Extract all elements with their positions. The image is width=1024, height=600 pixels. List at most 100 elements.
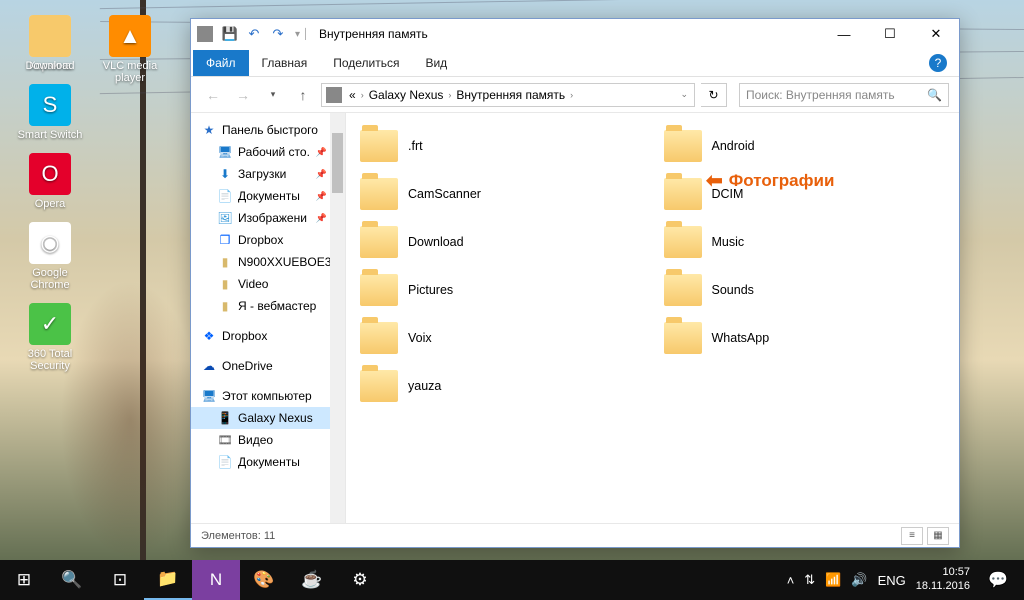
folder-icon (360, 274, 398, 306)
tree-item[interactable]: ❖Dropbox (191, 325, 345, 347)
360-security-icon: ✓ (29, 303, 71, 345)
desktop-icon-smart-switch[interactable]: SSmart Switch (15, 84, 85, 141)
tree-item[interactable]: 📱Galaxy Nexus (191, 407, 345, 429)
language-indicator[interactable]: ENG (878, 573, 906, 588)
search-input[interactable]: Поиск: Внутренняя память 🔍 (739, 83, 949, 107)
tab-file[interactable]: Файл (193, 50, 249, 76)
opera-icon: O (29, 153, 71, 195)
tree-item[interactable]: ▮Я - вебмастер (191, 295, 345, 317)
desktop-icon-chrome[interactable]: ◉Google Chrome (15, 222, 85, 291)
item-count: Элементов: 11 (201, 530, 275, 542)
folder-icon (664, 130, 702, 162)
tree-item[interactable]: 🖥Рабочий сто.📌 (191, 141, 345, 163)
tab-share[interactable]: Поделиться (320, 50, 412, 76)
chevron-right-icon[interactable]: › (446, 90, 453, 100)
tree-item[interactable]: ★Панель быстрого (191, 119, 345, 141)
tree-item[interactable]: ☁OneDrive (191, 355, 345, 377)
network-icon[interactable]: ⇅ (804, 572, 815, 588)
location-icon (326, 87, 342, 103)
tree-item[interactable]: ❒Dropbox (191, 229, 345, 251)
taskbar-app[interactable]: ⚙ (336, 560, 384, 600)
tab-home[interactable]: Главная (249, 50, 321, 76)
tree-item[interactable]: 📄Документы📌 (191, 185, 345, 207)
refresh-button[interactable]: ↻ (701, 83, 727, 107)
tree-item[interactable]: 🎞Видео (191, 429, 345, 451)
nav-back-button[interactable]: ← (201, 83, 225, 107)
chevron-right-icon[interactable]: › (359, 90, 366, 100)
search-placeholder: Поиск: Внутренняя память (746, 88, 895, 102)
content-pane[interactable]: .frtAndroidCamScannerDCIMDownloadMusicPi… (346, 113, 959, 523)
breadcrumb-seg-2[interactable]: Внутренняя память (453, 88, 568, 102)
folder-item[interactable]: .frt (354, 125, 648, 167)
folder-icon (360, 130, 398, 162)
nav-up-button[interactable]: ↑ (291, 83, 315, 107)
tab-view[interactable]: Вид (412, 50, 460, 76)
view-details-button[interactable]: ≡ (901, 527, 923, 545)
qat-save[interactable]: 💾 (219, 23, 241, 45)
tree-item[interactable]: ▮Video (191, 273, 345, 295)
taskbar-java[interactable]: ☕ (288, 560, 336, 600)
tree-icon: ★ (201, 122, 217, 138)
action-center-icon[interactable]: 💬 (980, 560, 1016, 600)
maximize-button[interactable]: ☐ (867, 19, 913, 49)
desktop-icon-opera[interactable]: OOpera (15, 153, 85, 210)
nav-history-dropdown[interactable]: ▾ (261, 83, 285, 107)
qat-redo[interactable]: ↷ (267, 23, 289, 45)
status-bar: Элементов: 11 ≡ ▦ (191, 523, 959, 547)
folder-item[interactable]: Pictures (354, 269, 648, 311)
folder-item[interactable]: CamScanner (354, 173, 648, 215)
folder-item[interactable]: Music (658, 221, 952, 263)
desktop-icon-download-folder[interactable]: Download (15, 15, 85, 72)
volume-icon[interactable]: 🔊 (851, 572, 867, 588)
address-dropdown-icon[interactable]: ⌄ (678, 89, 690, 100)
taskbar-taskview[interactable]: ⊡ (96, 560, 144, 600)
folder-item[interactable]: WhatsApp (658, 317, 952, 359)
qat-dropdown-icon[interactable]: ▾ │ (291, 23, 313, 45)
title-bar[interactable]: 💾 ↶ ↷ ▾ │ Внутренняя память — ☐ ✕ (191, 19, 959, 49)
address-bar[interactable]: « › Galaxy Nexus › Внутренняя память › ⌄ (321, 83, 695, 107)
taskbar-paint[interactable]: 🎨 (240, 560, 288, 600)
tree-icon: ⬇ (217, 166, 233, 182)
folder-item[interactable]: Android (658, 125, 952, 167)
desktop-icon-vlc[interactable]: ▲VLC media player (95, 15, 165, 84)
tree-item[interactable]: 🖥Этот компьютер (191, 385, 345, 407)
search-icon[interactable]: 🔍 (927, 88, 942, 102)
chevron-right-icon[interactable]: › (568, 90, 575, 100)
taskbar-explorer[interactable]: 📁 (144, 560, 192, 600)
breadcrumb-root[interactable]: « (346, 88, 359, 102)
nav-forward-button[interactable]: → (231, 83, 255, 107)
qat-undo[interactable]: ↶ (243, 23, 265, 45)
minimize-button[interactable]: — (821, 19, 867, 49)
tree-icon: ▮ (217, 298, 233, 314)
close-button[interactable]: ✕ (913, 19, 959, 49)
tree-icon: ❖ (201, 328, 217, 344)
navpane-scrollbar[interactable] (330, 113, 345, 523)
folder-item[interactable]: DCIM (658, 173, 952, 215)
chrome-icon: ◉ (29, 222, 71, 264)
clock[interactable]: 10:57 18.11.2016 (916, 566, 970, 594)
folder-icon (664, 322, 702, 354)
help-icon[interactable]: ? (929, 54, 947, 72)
pin-icon: 📌 (316, 213, 327, 224)
folder-item[interactable]: Sounds (658, 269, 952, 311)
folder-item[interactable]: yauza (354, 365, 648, 407)
view-icons-button[interactable]: ▦ (927, 527, 949, 545)
tray-overflow-icon[interactable]: ˄ (787, 573, 795, 588)
wifi-icon[interactable]: 📶 (825, 572, 841, 588)
desktop-icon-360-security[interactable]: ✓360 Total Security (15, 303, 85, 372)
tree-icon: 🖼 (217, 210, 233, 226)
folder-item[interactable]: Download (354, 221, 648, 263)
taskbar: ⊞🔍⊡📁N🎨☕⚙ ˄ ⇅ 📶 🔊 ENG 10:57 18.11.2016 💬 (0, 560, 1024, 600)
system-tray: ˄ ⇅ 📶 🔊 ENG 10:57 18.11.2016 💬 (787, 560, 1024, 600)
taskbar-onenote[interactable]: N (192, 560, 240, 600)
tree-item[interactable]: 🖼Изображени📌 (191, 207, 345, 229)
breadcrumb-seg-1[interactable]: Galaxy Nexus (366, 88, 447, 102)
tree-item[interactable]: ▮N900XXUEBOE3. (191, 251, 345, 273)
tree-item[interactable]: 📄Документы (191, 451, 345, 473)
taskbar-start[interactable]: ⊞ (0, 560, 48, 600)
taskbar-search[interactable]: 🔍 (48, 560, 96, 600)
nav-toolbar: ← → ▾ ↑ « › Galaxy Nexus › Внутренняя па… (191, 77, 959, 113)
folder-item[interactable]: Voix (354, 317, 648, 359)
tree-icon: 🖥 (217, 144, 233, 160)
tree-item[interactable]: ⬇Загрузки📌 (191, 163, 345, 185)
